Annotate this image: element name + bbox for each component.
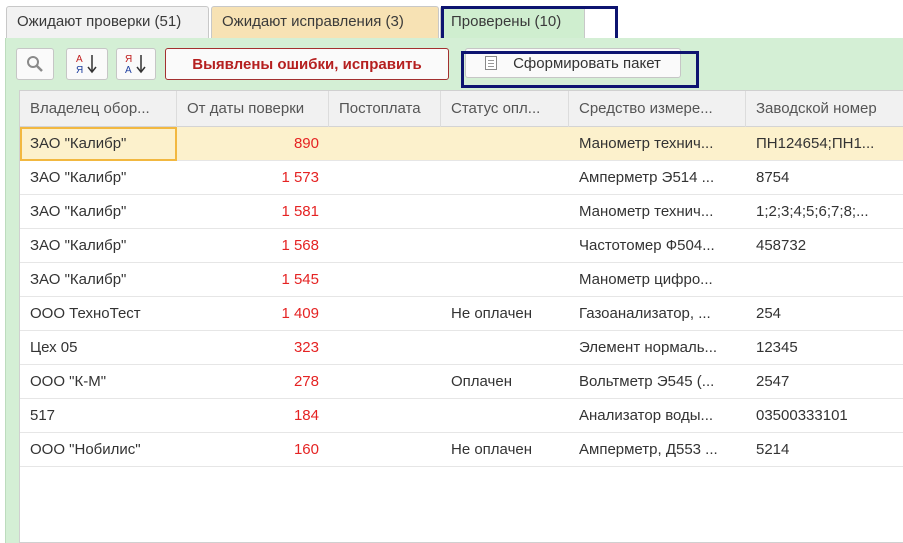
search-button[interactable] (16, 48, 54, 80)
verifications-table: Владелец обор... От даты поверки Постопл… (19, 90, 903, 543)
sort-ascending-button[interactable]: А Я (66, 48, 108, 80)
column-header-days-since-verification[interactable]: От даты поверки (177, 91, 329, 127)
cell-owner[interactable]: ООО "Нобилис" (20, 433, 177, 467)
cell-serial-number[interactable]: 5214 (746, 433, 903, 467)
cell-payment-status[interactable]: Оплачен (441, 365, 569, 399)
cell-instrument[interactable]: Газоанализатор, ... (569, 297, 746, 331)
svg-text:Я: Я (125, 54, 132, 65)
table-row[interactable]: ООО ТехноТест 1 409 Не оплачен Газоанализат… (20, 297, 903, 331)
cell-payment-status[interactable] (441, 399, 569, 433)
column-header-serial-number[interactable]: Заводской номер (746, 91, 903, 127)
cell-instrument[interactable]: Элемент нормаль... (569, 331, 746, 365)
column-header-payment-status[interactable]: Статус опл... (441, 91, 569, 127)
cell-payment-status[interactable] (441, 331, 569, 365)
errors-found-fix-button[interactable]: Выявлены ошибки, исправить (165, 48, 449, 80)
table-row[interactable]: ЗАО "Калибр" 1 573 Амперметр Э514 ... 8754 (20, 161, 903, 195)
table-row[interactable]: ЗАО "Калибр" 1 545 Манометр цифро... (20, 263, 903, 297)
cell-instrument[interactable]: Анализатор воды... (569, 399, 746, 433)
cell-postpay[interactable] (329, 263, 441, 297)
cell-serial-number[interactable]: 1;2;3;4;5;6;7;8;... (746, 195, 903, 229)
cell-instrument[interactable]: Амперметр, Д553 ... (569, 433, 746, 467)
search-icon (27, 56, 43, 72)
cell-owner[interactable]: ООО "К-М" (20, 365, 177, 399)
cell-days-since-verification[interactable]: 1 573 (177, 161, 329, 195)
cell-serial-number[interactable]: 254 (746, 297, 903, 331)
sort-descending-button[interactable]: Я А (116, 48, 156, 80)
sort-ascending-icon: А Я (76, 54, 97, 76)
table-row[interactable]: ЗАО "Калибр" 1 568 Частотомер Ф504... 45873… (20, 229, 903, 263)
cell-days-since-verification[interactable]: 1 568 (177, 229, 329, 263)
cell-payment-status[interactable] (441, 229, 569, 263)
toolbar: А Я Я А Выявлены ошибки, исправить Сформ… (6, 38, 903, 90)
cell-postpay[interactable] (329, 365, 441, 399)
cell-serial-number[interactable]: 458732 (746, 229, 903, 263)
cell-days-since-verification[interactable]: 184 (177, 399, 329, 433)
cell-instrument[interactable]: Амперметр Э514 ... (569, 161, 746, 195)
cell-days-since-verification[interactable]: 278 (177, 365, 329, 399)
cell-days-since-verification[interactable]: 890 (177, 127, 329, 161)
cell-payment-status[interactable]: Не оплачен (441, 433, 569, 467)
cell-owner[interactable]: ЗАО "Калибр" (20, 161, 177, 195)
cell-days-since-verification[interactable]: 323 (177, 331, 329, 365)
cell-postpay[interactable] (329, 195, 441, 229)
cell-owner[interactable]: 517 (20, 399, 177, 433)
sort-descending-icon: Я А (125, 54, 146, 76)
table-row[interactable]: ООО "К-М" 278 Оплачен Вольтметр Э545 (... 25… (20, 365, 903, 399)
cell-serial-number[interactable]: 12345 (746, 331, 903, 365)
cell-instrument[interactable]: Манометр цифро... (569, 263, 746, 297)
svg-text:Я: Я (76, 65, 83, 76)
column-header-owner[interactable]: Владелец обор... (20, 91, 177, 127)
cell-instrument[interactable]: Вольтметр Э545 (... (569, 365, 746, 399)
cell-serial-number[interactable] (746, 263, 903, 297)
cell-instrument[interactable]: Манометр технич... (569, 127, 746, 161)
highlight-frame-tab (441, 6, 618, 41)
column-header-instrument[interactable]: Средство измере... (569, 91, 746, 127)
cell-serial-number[interactable]: ПН124654;ПН1... (746, 127, 903, 161)
cell-postpay[interactable] (329, 229, 441, 263)
svg-text:А: А (125, 65, 132, 76)
table-row[interactable]: 517 184 Анализатор воды... 03500333101 (20, 399, 903, 433)
table-row[interactable]: ООО "Нобилис" 160 Не оплачен Амперметр, Д55… (20, 433, 903, 467)
cell-days-since-verification[interactable]: 160 (177, 433, 329, 467)
cell-postpay[interactable] (329, 297, 441, 331)
cell-payment-status[interactable] (441, 195, 569, 229)
cell-days-since-verification[interactable]: 1 545 (177, 263, 329, 297)
cell-owner[interactable]: ЗАО "Калибр" (20, 263, 177, 297)
cell-postpay[interactable] (329, 331, 441, 365)
cell-owner[interactable]: ЗАО "Калибр" (20, 229, 177, 263)
content-panel: А Я Я А Выявлены ошибки, исправить Сформ… (5, 38, 903, 543)
cell-postpay[interactable] (329, 161, 441, 195)
cell-payment-status[interactable]: Не оплачен (441, 297, 569, 331)
svg-text:А: А (76, 54, 83, 65)
highlight-frame-button (461, 51, 699, 88)
cell-owner[interactable]: ЗАО "Калибр" (20, 195, 177, 229)
tab-awaiting-correction[interactable]: Ожидают исправления (3) (211, 6, 439, 38)
cell-instrument[interactable]: Манометр технич... (569, 195, 746, 229)
column-header-postpay[interactable]: Постоплата (329, 91, 441, 127)
cell-serial-number[interactable]: 8754 (746, 161, 903, 195)
cell-instrument[interactable]: Частотомер Ф504... (569, 229, 746, 263)
table-header: Владелец обор... От даты поверки Постопл… (20, 91, 903, 127)
cell-owner[interactable]: Цех 05 (20, 331, 177, 365)
table-row[interactable]: ЗАО "Калибр" 1 581 Манометр технич... 1;2;3… (20, 195, 903, 229)
cell-owner[interactable]: ООО ТехноТест (20, 297, 177, 331)
cell-postpay[interactable] (329, 127, 441, 161)
cell-postpay[interactable] (329, 399, 441, 433)
cell-serial-number[interactable]: 03500333101 (746, 399, 903, 433)
cell-payment-status[interactable] (441, 161, 569, 195)
table-row[interactable]: ЗАО "Калибр" 890 Манометр технич... ПН12465… (20, 127, 903, 161)
cell-payment-status[interactable] (441, 263, 569, 297)
table-row[interactable]: Цех 05 323 Элемент нормаль... 12345 (20, 331, 903, 365)
cell-postpay[interactable] (329, 433, 441, 467)
cell-days-since-verification[interactable]: 1 409 (177, 297, 329, 331)
tab-awaiting-verification[interactable]: Ожидают проверки (51) (6, 6, 209, 38)
cell-owner[interactable]: ЗАО "Калибр" (20, 127, 177, 161)
cell-serial-number[interactable]: 2547 (746, 365, 903, 399)
cell-days-since-verification[interactable]: 1 581 (177, 195, 329, 229)
cell-payment-status[interactable] (441, 127, 569, 161)
